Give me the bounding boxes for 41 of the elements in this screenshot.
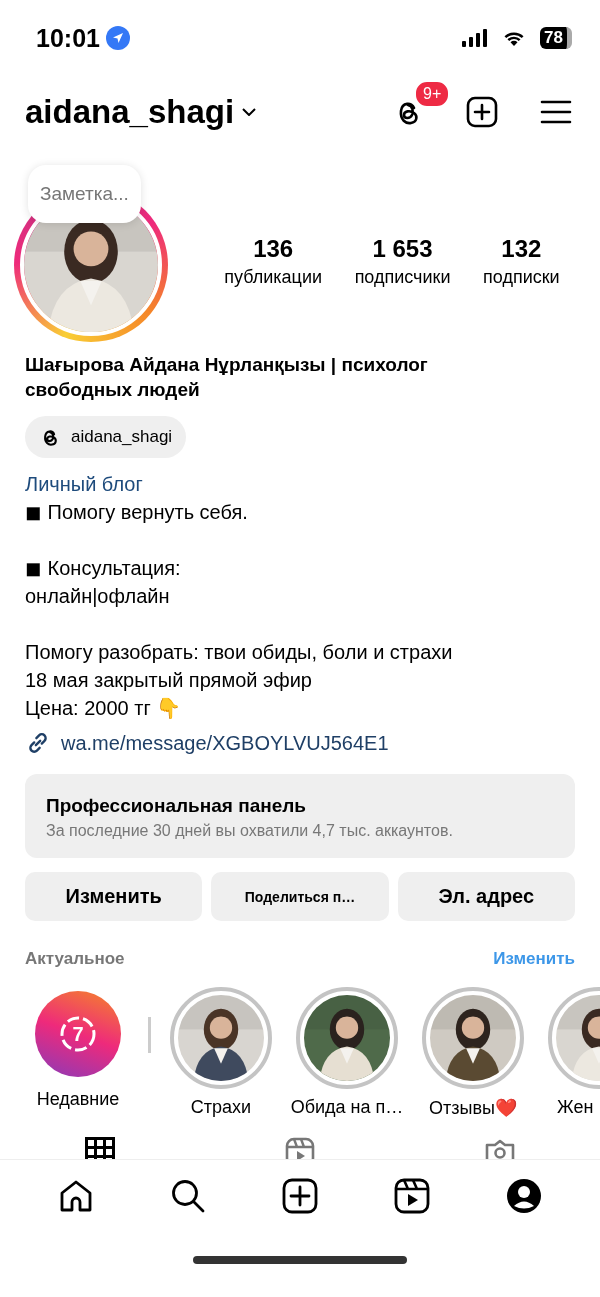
highlight-label: Страхи xyxy=(190,1097,252,1118)
search-icon[interactable] xyxy=(170,1178,206,1214)
highlight-label: Отзывы❤ xyxy=(429,1097,517,1119)
note-tooltip[interactable]: Заметка... xyxy=(28,165,141,223)
profile-button[interactable]: Изменить xyxy=(25,872,203,921)
dashed-circle-icon xyxy=(58,1014,98,1054)
stat-label[interactable]: подписчики xyxy=(354,267,451,288)
profile-icon[interactable] xyxy=(506,1178,542,1214)
stat-count: 1 653 xyxy=(372,235,433,263)
bio-paragraph: ◼ Консультация: онлайн|офлайн xyxy=(25,556,182,609)
bio-paragraph: Помогу разобрать: твои обиды, боли и страхи 18 мая закрытый прямой эфир Цена: 2000 тг 👇 xyxy=(25,640,454,721)
recent-highlight[interactable]: 7 xyxy=(35,991,121,1077)
dashboard-card[interactable]: Профессиональная панель За последние 30 дней вы охватили 4,7 тыс. аккаунтов. xyxy=(25,774,575,858)
profile-button[interactable]: Эл. адрес xyxy=(397,872,575,921)
stat-label[interactable]: публикации xyxy=(224,267,322,288)
clapper-icon[interactable] xyxy=(394,1178,430,1214)
section-title: Актуальное xyxy=(25,949,125,969)
profile-name: Шағырова Айдана Нұрланқызы | психолог свободных людей xyxy=(25,353,429,402)
home-icon[interactable] xyxy=(58,1178,94,1214)
location-icon xyxy=(105,26,130,50)
stat-label[interactable]: подписки xyxy=(483,267,560,288)
highlight-label: Жен xyxy=(556,1097,594,1118)
website-link[interactable]: wa.me/message/XGBOYLVUJ564E1 xyxy=(61,731,389,755)
grid-icon[interactable] xyxy=(85,1137,115,1159)
chevron-icon[interactable] xyxy=(242,108,257,116)
notification-badge: 9+ xyxy=(414,80,451,108)
highlight-label: Недавние xyxy=(36,1089,120,1110)
profile-category: Личный блог xyxy=(25,472,144,497)
highlight-label: Обида на п… xyxy=(290,1097,404,1118)
threads-chip[interactable]: aidana_shagi xyxy=(25,416,187,458)
battery-indicator: 78 xyxy=(540,27,572,49)
bio-paragraph: ◼ Помогу вернуть себя. xyxy=(25,500,249,525)
stat-count: 132 xyxy=(501,235,542,263)
profile-button[interactable]: Поделиться п… xyxy=(211,872,389,921)
create-icon[interactable] xyxy=(466,96,498,128)
create-icon[interactable] xyxy=(282,1178,318,1214)
status-time: 10:01 xyxy=(36,23,100,53)
stat-count: 136 xyxy=(253,235,294,263)
account-switcher[interactable]: aidana_shagi xyxy=(25,93,257,131)
camera-icon[interactable] xyxy=(485,1137,515,1159)
signal-icon xyxy=(462,29,489,47)
